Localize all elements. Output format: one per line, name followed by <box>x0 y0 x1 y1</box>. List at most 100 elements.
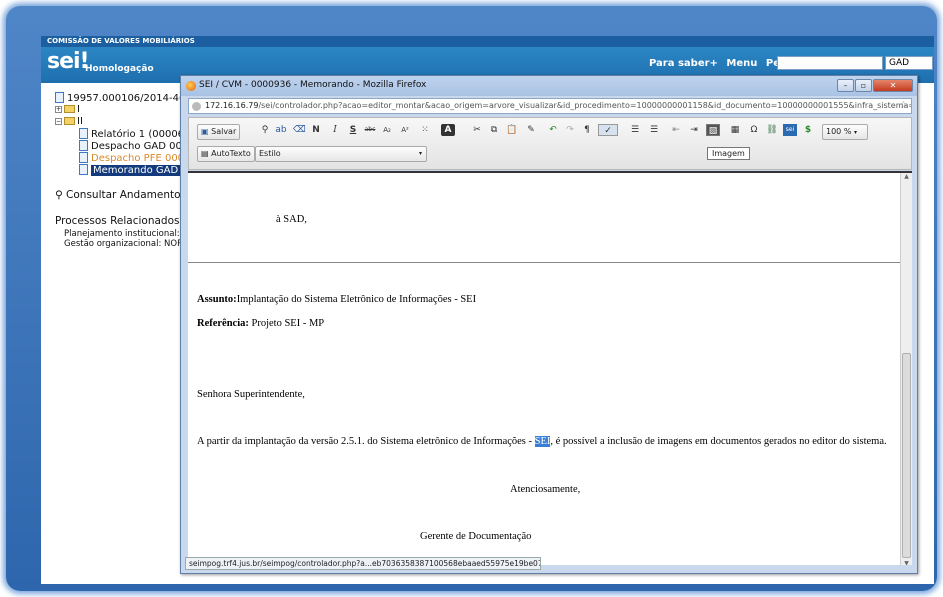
document-icon <box>79 128 88 139</box>
ref-label: Referência: <box>197 318 249 329</box>
nav-menu[interactable]: Menu <box>726 58 757 69</box>
save-button[interactable]: ▣ Salvar <box>197 124 241 140</box>
header-divider <box>188 262 900 263</box>
status-bar: seimpog.trf4.jus.br/seimpog/controlador.… <box>185 557 541 570</box>
assunto-line: Assunto:Implantação do Sistema Eletrônic… <box>197 294 476 305</box>
process-number: 19957.000106/2014-46 <box>67 93 186 104</box>
strike-button[interactable]: abc <box>364 124 376 136</box>
paste-word-icon[interactable]: ✎ <box>525 124 537 136</box>
collapse-icon[interactable]: − <box>55 118 62 125</box>
tree-folder-ii[interactable]: − II <box>55 116 83 127</box>
sei-link-icon[interactable]: sei <box>783 124 797 136</box>
undo-icon[interactable]: ↶ <box>547 124 559 136</box>
vertical-scrollbar[interactable]: ▲ ▼ <box>900 173 912 565</box>
chevron-down-icon: ▾ <box>853 129 857 136</box>
floppy-icon: ▣ <box>201 127 209 136</box>
autotext-button[interactable]: ▤ AutoTexto <box>197 146 255 162</box>
window-titlebar[interactable]: SEI / CVM - 0000936 - Memorando - Mozill… <box>181 76 917 96</box>
table-icon[interactable]: ▦ <box>729 124 741 136</box>
redo-icon[interactable]: ↷ <box>564 124 576 136</box>
window-title: SEI / CVM - 0000936 - Memorando - Mozill… <box>199 80 427 90</box>
cut-icon[interactable]: ✂ <box>471 124 483 136</box>
body-post: , é possível a inclusão de imagens em do… <box>550 436 887 447</box>
autotext-icon: ▤ <box>201 149 209 158</box>
nav-saber-mais[interactable]: Para saber+ <box>649 58 718 69</box>
special-format-icon[interactable]: ⁙ <box>419 124 431 136</box>
referencia-line: Referência: Projeto SEI - MP <box>197 318 324 329</box>
save-label: Salvar <box>211 127 237 136</box>
consultar-andamento-link[interactable]: ⚲ Consultar Andamento <box>55 189 181 201</box>
text-color-icon[interactable]: A <box>441 124 455 136</box>
outdent-icon[interactable]: ⇤ <box>670 124 682 136</box>
numbered-list-icon[interactable]: ☰ <box>629 124 641 136</box>
ref-text: Projeto SEI - MP <box>251 318 325 329</box>
close-icon[interactable]: ✕ <box>873 79 913 92</box>
scroll-down-icon[interactable]: ▼ <box>901 560 912 565</box>
bulleted-list-icon[interactable]: ☰ <box>648 124 660 136</box>
special-char-icon[interactable]: Ω <box>748 124 760 136</box>
tree-process[interactable]: 19957.000106/2014-46 ☛ <box>55 92 197 104</box>
superscript-icon[interactable]: A² <box>399 124 411 136</box>
find-icon[interactable]: ⚲ <box>259 124 271 136</box>
image-tooltip: Imagem <box>707 147 750 160</box>
spellcheck-icon[interactable]: ✓ <box>598 124 618 136</box>
subscript-icon[interactable]: A₂ <box>381 124 393 136</box>
minimize-icon[interactable]: – <box>837 79 854 92</box>
bold-button[interactable]: N <box>310 124 322 136</box>
window-controls: – ▫ ✕ <box>836 78 913 92</box>
copy-icon[interactable]: ⧉ <box>488 124 500 136</box>
assunto-label: Assunto: <box>197 294 237 305</box>
magnifier-icon: ⚲ <box>55 189 63 201</box>
document-icon <box>79 164 88 175</box>
scroll-thumb[interactable] <box>902 353 911 558</box>
firefox-icon <box>186 81 196 91</box>
document-icon <box>79 152 88 163</box>
italic-button[interactable]: I <box>329 124 341 136</box>
closing: Atenciosamente, <box>510 484 581 495</box>
underline-button[interactable]: S <box>347 124 359 136</box>
site-icon <box>192 102 201 111</box>
process-tree-pane: 19957.000106/2014-46 ☛ +I −II Relatório … <box>41 83 209 584</box>
url-host: 172.16.16.79 <box>205 101 259 110</box>
document-editor[interactable]: à SAD, Assunto:Implantação do Sistema El… <box>188 171 912 565</box>
folder-open-icon <box>64 117 75 125</box>
expand-icon[interactable]: + <box>55 106 62 113</box>
paste-icon[interactable]: 📋 <box>506 124 518 136</box>
body-pre: A partir da implantação da versão 2.5.1.… <box>197 436 535 447</box>
editor-toolbar: ▣ Salvar ⚲ ab ⌫ N I S abc A₂ A² ⁙ A ✂ ⧉ … <box>188 117 912 170</box>
url-path: /sei/controlador.php?acao=editor_montar&… <box>258 101 911 110</box>
scroll-up-icon[interactable]: ▲ <box>901 173 912 180</box>
image-icon[interactable]: ▧ <box>706 124 720 136</box>
folder-label: II <box>77 116 83 127</box>
style-value: Estilo <box>259 149 281 158</box>
link-icon[interactable]: ⛓ <box>766 124 778 136</box>
bookmark-star-icon[interactable]: ☆ <box>899 100 908 111</box>
environment-label: Homologação <box>85 64 154 74</box>
tree-folder-i[interactable]: + I <box>55 104 80 115</box>
paragraph-icon[interactable]: ¶ <box>581 124 593 136</box>
indent-icon[interactable]: ⇥ <box>688 124 700 136</box>
zoom-value: 100 % <box>826 127 852 136</box>
unit-select[interactable]: GAD <box>885 56 933 70</box>
style-select[interactable]: Estilo ▾ <box>255 146 427 162</box>
autotext-label: AutoTexto <box>211 149 251 158</box>
consultar-label: Consultar Andamento <box>66 189 181 201</box>
signature: Gerente de Documentação <box>420 531 532 542</box>
sei-logo[interactable]: sei! <box>47 49 90 74</box>
maximize-icon[interactable]: ▫ <box>855 79 872 92</box>
eraser-icon[interactable]: ⌫ <box>293 124 306 136</box>
dollar-icon[interactable]: $ <box>802 124 814 136</box>
process-icon <box>55 92 64 103</box>
zoom-select[interactable]: 100 % ▾ <box>822 124 868 140</box>
replace-icon[interactable]: ab <box>275 124 287 136</box>
assunto-text: Implantação do Sistema Eletrônico de Inf… <box>236 294 477 305</box>
address-bar[interactable]: 172.16.16.79/sei/controlador.php?acao=ed… <box>188 98 912 114</box>
selected-text: SEI <box>534 436 551 447</box>
related-title: Processos Relacionados: <box>55 215 183 227</box>
destinatario: à SAD, <box>276 214 307 225</box>
org-strip: COMISSÃO DE VALORES MOBILIÁRIOS <box>41 36 934 47</box>
folder-icon <box>64 105 75 113</box>
folder-label: I <box>77 104 80 115</box>
firefox-popup-window: SEI / CVM - 0000936 - Memorando - Mozill… <box>180 75 918 574</box>
search-input[interactable] <box>777 56 883 70</box>
